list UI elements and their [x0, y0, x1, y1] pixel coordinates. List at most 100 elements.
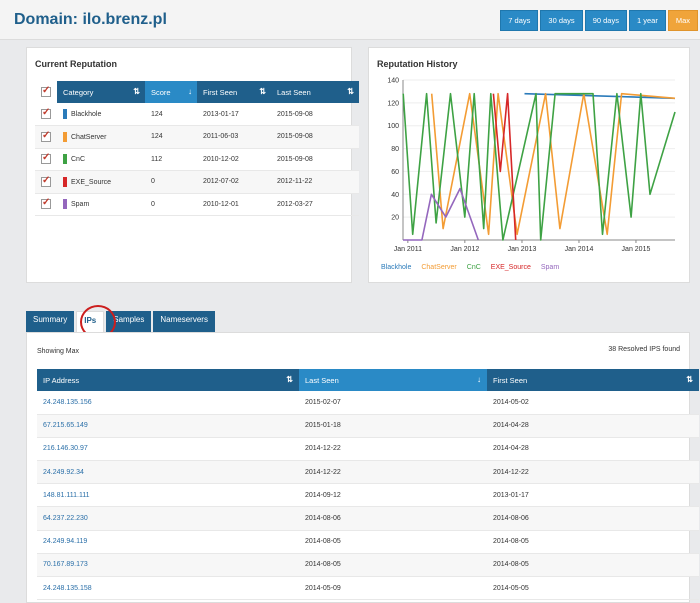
- category-cell: ChatServer: [57, 125, 145, 149]
- current-reputation-title: Current Reputation: [35, 59, 117, 69]
- tab-summary[interactable]: Summary: [26, 311, 75, 332]
- row-checkbox-cell: [35, 193, 57, 216]
- y-tick-label: 120: [387, 100, 399, 107]
- y-tick-label: 140: [387, 78, 399, 85]
- last-seen-column-header[interactable]: Last Seen ⇅: [271, 81, 359, 103]
- category-color-swatch: [63, 131, 67, 142]
- row-checkbox-cell: [35, 103, 57, 126]
- legend-item-chatserver[interactable]: ChatServer: [421, 264, 456, 271]
- category-cell: Blackhole: [57, 103, 145, 126]
- row-checkbox[interactable]: [41, 130, 51, 142]
- first-seen-cell: 2011-06-03: [197, 125, 271, 149]
- reputation-row: Spam 0 2010-12-01 2012-03-27: [35, 193, 359, 216]
- row-checkbox[interactable]: [41, 197, 51, 210]
- row-checkbox[interactable]: [41, 152, 51, 165]
- showing-range-label: Showing Max: [37, 348, 80, 355]
- ip-address-link[interactable]: 148.81.111.111: [43, 492, 90, 499]
- row-checkbox[interactable]: [41, 175, 51, 187]
- y-tick-label: 60: [391, 169, 399, 176]
- time-range-selector: 7 days 30 days 90 days 1 year Max: [500, 10, 698, 31]
- first-seen-cell: 2012-07-02: [197, 170, 271, 194]
- x-tick-label: Jan 2012: [450, 246, 479, 253]
- sort-icon: ⇅: [686, 375, 693, 384]
- ip-address-cell: 64.237.22.230: [37, 506, 299, 531]
- category-color-swatch: [63, 109, 67, 119]
- table-row: 24.248.135.156 2015-02-07 2014-05-02: [37, 391, 699, 415]
- reputation-row: ChatServer 124 2011-06-03 2015-09-08: [35, 125, 359, 149]
- last-seen-cell: 2014-08-06: [299, 506, 487, 531]
- x-tick-label: Jan 2011: [394, 246, 422, 253]
- ip-address-link[interactable]: 24.249.94.119: [43, 538, 87, 545]
- ip-address-link[interactable]: 64.237.22.230: [43, 515, 88, 522]
- score-cell: 124: [145, 125, 197, 149]
- ip-address-link[interactable]: 24.248.135.156: [43, 399, 92, 406]
- detail-tabs: Summary IPs Samples Nameservers: [26, 311, 215, 332]
- tab-nameservers[interactable]: Nameservers: [153, 311, 215, 332]
- ip-address-column-header[interactable]: IP Address ⇅: [37, 369, 299, 391]
- range-7-days-button[interactable]: 7 days: [500, 10, 539, 31]
- ips-panel: Showing Max 38 Resolved IPS found IP Add…: [26, 332, 699, 603]
- score-header-label: Score: [151, 87, 171, 97]
- first-seen-cell: 2013-01-17: [487, 483, 699, 508]
- sort-icon: ⇅: [347, 87, 354, 96]
- sort-descending-icon: ↓: [477, 375, 481, 384]
- category-column-header[interactable]: Category ⇅: [57, 81, 145, 103]
- ip-address-cell: 24.248.135.156: [37, 391, 299, 415]
- resolved-ips-count: 38 Resolved IPS found: [608, 346, 680, 353]
- range-90-days-button[interactable]: 90 days: [584, 10, 627, 31]
- select-all-cell: [35, 81, 57, 103]
- range-1-year-button[interactable]: 1 year: [628, 10, 666, 31]
- category-cell: Spam: [57, 193, 145, 216]
- sort-descending-icon: ↓: [188, 87, 192, 96]
- sort-icon: ⇅: [259, 87, 266, 96]
- select-all-checkbox[interactable]: [41, 85, 51, 97]
- score-column-header[interactable]: Score ↓: [145, 81, 197, 103]
- category-label: Blackhole: [71, 110, 102, 118]
- range-30-days-button[interactable]: 30 days: [540, 10, 583, 31]
- row-checkbox[interactable]: [41, 107, 51, 119]
- first-seen-column-header[interactable]: First Seen ⇅: [487, 369, 699, 391]
- last-seen-cell: 2015-02-07: [299, 391, 487, 415]
- first-seen-column-header[interactable]: First Seen ⇅: [197, 81, 271, 103]
- category-color-swatch: [63, 199, 67, 210]
- legend-item-exe-source[interactable]: EXE_Source: [491, 264, 531, 271]
- ips-header-row: IP Address ⇅ Last Seen ↓ First Seen ⇅: [37, 369, 699, 391]
- first-seen-header-label: First Seen: [493, 375, 528, 385]
- first-seen-cell: 2010-12-01: [197, 193, 271, 216]
- score-cell: 112: [145, 148, 197, 171]
- last-seen-cell: 2015-09-08: [271, 125, 359, 149]
- reputation-history-chart: 20 40 60 80 100 120 140 Jan 2011 Jan 2012 Jan 201…: [387, 78, 676, 253]
- page-title: Domain: ilo.brenz.pl: [14, 11, 167, 28]
- series-line-cnc: [402, 92, 676, 241]
- legend-item-cnc[interactable]: CnC: [467, 264, 481, 271]
- last-seen-cell: 2014-08-05: [299, 553, 487, 578]
- ip-address-cell: 216.146.30.97: [37, 437, 299, 462]
- last-seen-cell: 2014-05-09: [299, 576, 487, 601]
- first-seen-cell: 2014-04-28: [487, 414, 699, 438]
- ip-address-link[interactable]: 70.167.89.173: [43, 561, 88, 568]
- ip-address-link[interactable]: 216.146.30.97: [43, 445, 88, 452]
- table-row: 70.167.89.173 2014-08-05 2014-08-05: [37, 553, 699, 578]
- range-max-button[interactable]: Max: [667, 10, 698, 31]
- reputation-history-title: Reputation History: [377, 59, 458, 69]
- last-seen-cell: 2015-01-18: [299, 414, 487, 438]
- first-seen-cell: 2013-01-17: [197, 103, 271, 126]
- last-seen-header-label: Last Seen: [277, 87, 311, 97]
- category-label: Spam: [71, 201, 90, 209]
- last-seen-cell: 2014-09-12: [299, 483, 487, 508]
- ip-address-cell: 24.249.92.34: [37, 460, 299, 485]
- ip-address-link[interactable]: 24.248.135.158: [43, 585, 92, 592]
- ip-address-cell: 67.215.65.149: [37, 414, 299, 438]
- first-seen-cell: 2014-08-05: [487, 530, 699, 554]
- page-header: Domain: ilo.brenz.pl 7 days 30 days 90 d…: [0, 0, 700, 40]
- last-seen-cell: 2014-12-22: [299, 460, 487, 485]
- category-cell: EXE_Source: [57, 170, 145, 194]
- last-seen-cell: 2014-12-22: [299, 437, 487, 462]
- last-seen-column-header[interactable]: Last Seen ↓: [299, 369, 487, 391]
- legend-item-blackhole[interactable]: Blackhole: [381, 264, 411, 271]
- legend-item-spam[interactable]: Spam: [541, 264, 559, 271]
- ip-address-link[interactable]: 67.215.65.149: [43, 422, 88, 429]
- table-row: 24.249.94.119 2014-08-05 2014-08-05: [37, 530, 699, 554]
- first-seen-cell: 2014-05-05: [487, 576, 699, 601]
- ip-address-link[interactable]: 24.249.92.34: [43, 469, 84, 476]
